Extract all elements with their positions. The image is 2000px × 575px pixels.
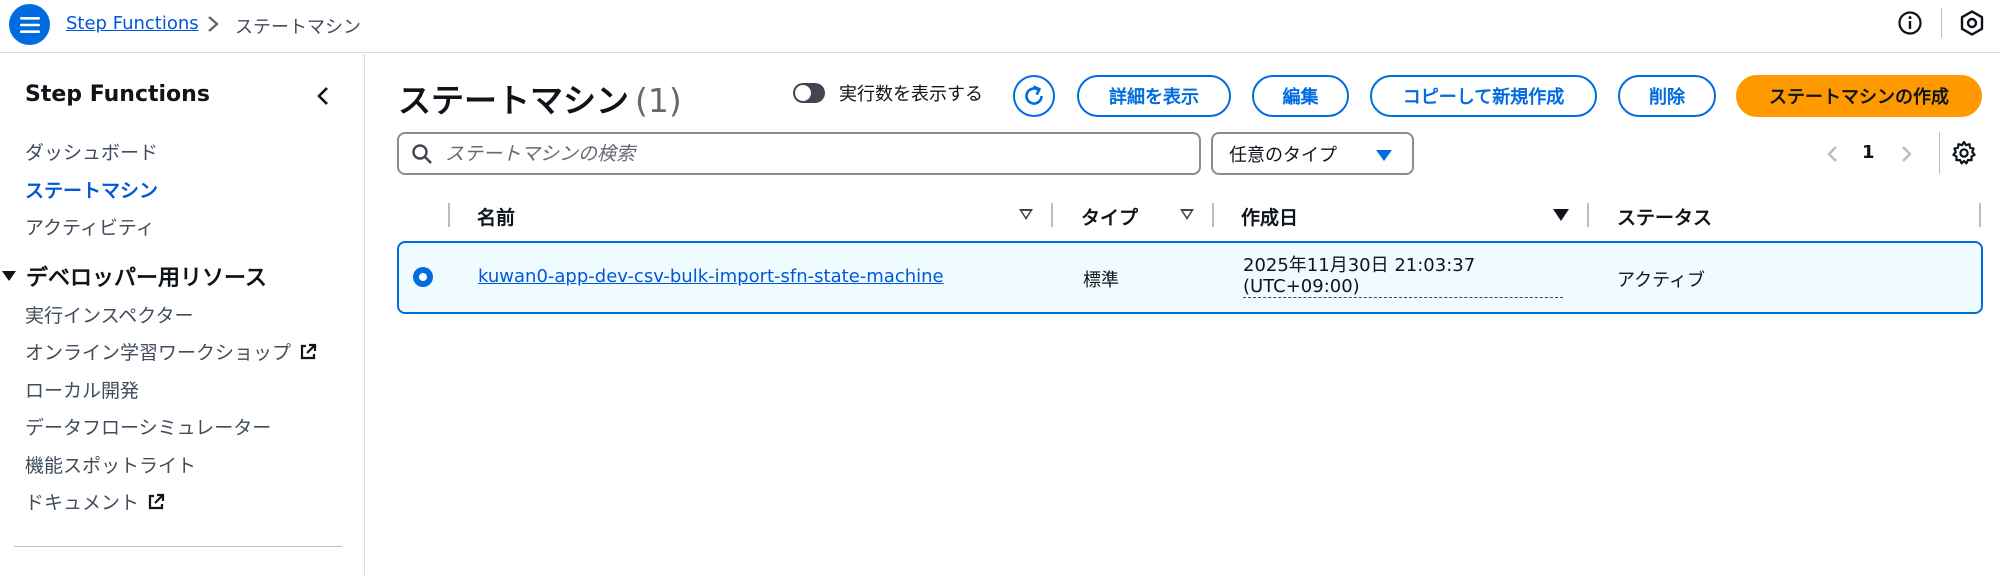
type-filter-value: 任意のタイプ xyxy=(1229,144,1337,166)
pagination-divider xyxy=(1939,132,1940,174)
menu-button[interactable] xyxy=(9,4,50,45)
created-timezone-line: (UTC+09:00) xyxy=(1243,276,1360,297)
column-divider[interactable] xyxy=(1212,203,1214,227)
state-machine-name-link[interactable]: kuwan0-app-dev-csv-bulk-import-sfn-state… xyxy=(478,266,944,287)
pagination-page[interactable]: 1 xyxy=(1862,142,1875,163)
sidebar-item-dataflow-simulator[interactable]: データフローシミュレーター xyxy=(25,413,271,440)
sidebar-section-developer-resources[interactable]: デベロッパー用リソース xyxy=(2,260,267,292)
sort-icon[interactable] xyxy=(1019,209,1033,220)
caret-down-icon xyxy=(2,271,16,281)
search-field[interactable] xyxy=(397,132,1201,175)
sidebar-item-activities[interactable]: アクティビティ xyxy=(25,213,155,240)
chevron-right-icon xyxy=(208,16,219,32)
page-title-text: ステートマシン xyxy=(398,81,629,120)
search-icon xyxy=(412,143,432,164)
view-details-button[interactable]: 詳細を表示 xyxy=(1077,75,1231,117)
page-title-count: (1) xyxy=(635,81,682,120)
create-state-machine-button[interactable]: ステートマシンの作成 xyxy=(1736,75,1982,117)
sidebar-item-local-dev[interactable]: ローカル開発 xyxy=(25,376,139,403)
column-header-status[interactable]: ステータス xyxy=(1617,203,1712,230)
column-header-type[interactable]: タイプ xyxy=(1081,203,1138,230)
external-link-icon xyxy=(300,343,317,360)
top-divider xyxy=(1941,8,1942,38)
breadcrumb-step-functions[interactable]: Step Functions xyxy=(66,13,199,34)
chevron-left-icon[interactable] xyxy=(1824,142,1840,166)
type-filter-select[interactable]: 任意のタイプ xyxy=(1211,132,1414,175)
sidebar-item-feature-spotlight[interactable]: 機能スポットライト xyxy=(25,451,196,478)
sidebar-item-documentation[interactable]: ドキュメント xyxy=(25,488,165,515)
column-divider[interactable] xyxy=(1051,203,1053,227)
sidebar-item-dashboard[interactable]: ダッシュボード xyxy=(25,138,158,165)
sidebar-item-state-machines[interactable]: ステートマシン xyxy=(25,176,158,203)
row-select-radio[interactable] xyxy=(413,267,433,287)
menu-icon xyxy=(19,16,40,33)
column-divider[interactable] xyxy=(1587,203,1589,227)
delete-button[interactable]: 削除 xyxy=(1618,75,1716,117)
search-input[interactable] xyxy=(445,142,1185,165)
info-icon[interactable] xyxy=(1897,10,1923,36)
show-executions-toggle[interactable]: 実行数を表示する xyxy=(793,80,983,106)
toggle-label: 実行数を表示する xyxy=(839,84,983,105)
sidebar-section-title: デベロッパー用リソース xyxy=(26,266,267,291)
column-divider xyxy=(448,203,450,227)
sort-descending-icon[interactable] xyxy=(1553,209,1569,221)
sidebar-item-label: オンライン学習ワークショップ xyxy=(25,342,292,364)
chevron-right-icon[interactable] xyxy=(1899,142,1915,166)
side-navigation: Step Functions ダッシュボード ステートマシン アクティビティ デ… xyxy=(0,54,365,575)
refresh-button[interactable] xyxy=(1013,75,1055,117)
toggle-switch[interactable] xyxy=(793,83,825,103)
column-header-name[interactable]: 名前 xyxy=(477,203,515,230)
column-divider xyxy=(1979,203,1981,227)
sort-icon[interactable] xyxy=(1180,209,1194,220)
column-header-created[interactable]: 作成日 xyxy=(1241,203,1298,230)
page-title: ステートマシン (1) xyxy=(398,74,682,122)
chevron-left-icon[interactable] xyxy=(312,84,334,108)
table-row[interactable]: kuwan0-app-dev-csv-bulk-import-sfn-state… xyxy=(397,241,1983,314)
state-machine-type: 標準 xyxy=(1083,270,1119,291)
top-navigation-bar: Step Functions ステートマシン xyxy=(0,0,2000,53)
created-date-line: 2025年11月30日 21:03:37 xyxy=(1243,255,1476,276)
copy-to-new-button[interactable]: コピーして新規作成 xyxy=(1370,75,1597,117)
caret-down-icon xyxy=(1376,150,1392,161)
sidebar-divider xyxy=(14,546,342,547)
edit-button[interactable]: 編集 xyxy=(1252,75,1349,117)
state-machine-created-date[interactable]: 2025年11月30日 21:03:37 (UTC+09:00) xyxy=(1243,255,1563,298)
sidebar-item-execution-inspector[interactable]: 実行インスペクター xyxy=(25,301,194,328)
sidebar-item-label: ドキュメント xyxy=(25,492,140,514)
external-link-icon xyxy=(148,493,165,510)
refresh-icon xyxy=(1025,85,1043,105)
state-machine-status: アクティブ xyxy=(1617,270,1706,291)
sidebar-title[interactable]: Step Functions xyxy=(25,82,210,107)
gear-icon[interactable] xyxy=(1950,139,1978,167)
sidebar-item-workshop[interactable]: オンライン学習ワークショップ xyxy=(25,338,317,365)
breadcrumb-current: ステートマシン xyxy=(235,17,361,38)
settings-icon[interactable] xyxy=(1958,9,1986,37)
